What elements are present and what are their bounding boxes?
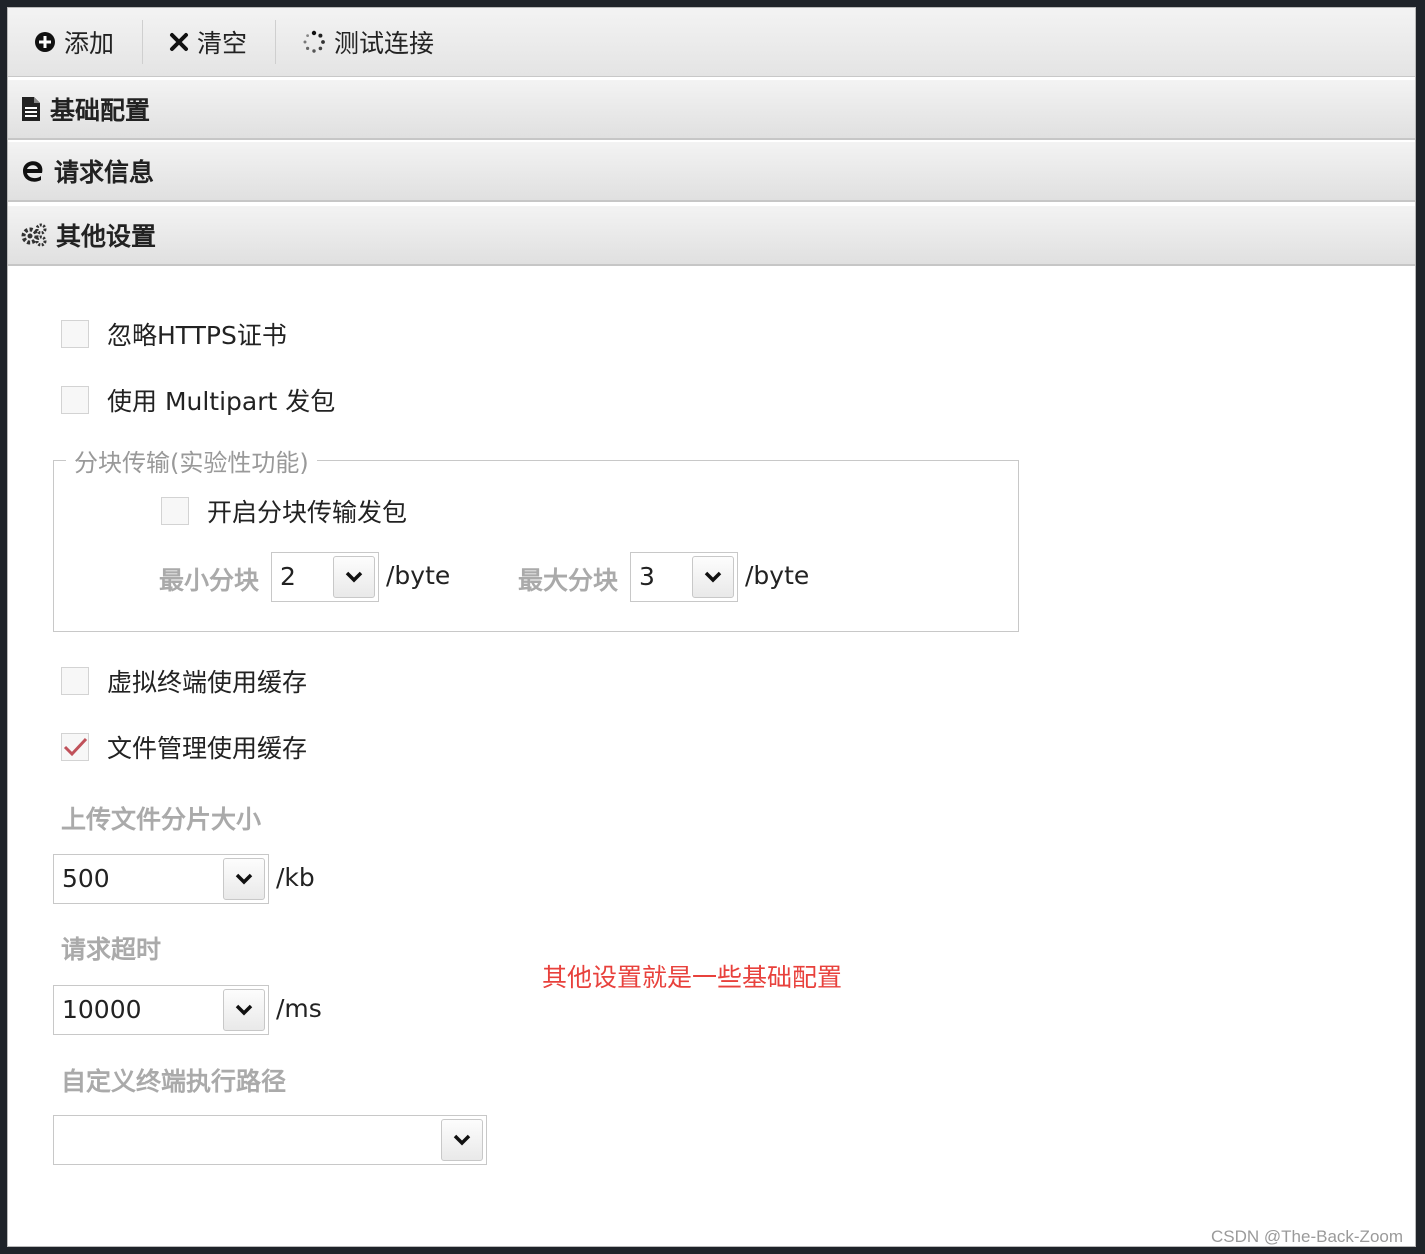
- gears-icon: [20, 222, 48, 248]
- document-icon: [20, 96, 42, 122]
- add-button-label: 添加: [64, 29, 115, 58]
- chunk-transfer-group-title: 分块传输(实验性功能): [74, 449, 309, 477]
- terminal-cache-checkbox[interactable]: [61, 667, 89, 695]
- chevron-down-icon[interactable]: [333, 556, 375, 598]
- add-button[interactable]: 添加: [8, 8, 142, 76]
- chunk-enable-label: 开启分块传输发包: [207, 498, 408, 527]
- terminal-path-label: 自定义终端执行路径: [61, 1067, 287, 1096]
- multipart-checkbox[interactable]: [61, 386, 89, 414]
- panel-other-settings[interactable]: 其他设置: [8, 206, 1415, 266]
- close-icon: [169, 32, 189, 52]
- timeout-select[interactable]: 10000: [53, 985, 269, 1035]
- test-connection-button[interactable]: 测试连接: [276, 8, 462, 76]
- file-cache-option[interactable]: 文件管理使用缓存: [61, 729, 307, 765]
- panel-basic-config-title: 基础配置: [50, 96, 151, 125]
- chevron-down-icon[interactable]: [223, 858, 265, 900]
- min-chunk-value: 2: [280, 562, 296, 591]
- plus-circle-icon: [34, 31, 56, 53]
- timeout-value: 10000: [62, 995, 142, 1024]
- multipart-option[interactable]: 使用 Multipart 发包: [61, 382, 335, 418]
- max-chunk-value: 3: [639, 562, 655, 591]
- panel-basic-config[interactable]: 基础配置: [8, 80, 1415, 140]
- ignore-https-checkbox[interactable]: [61, 320, 89, 348]
- min-chunk-label: 最小分块: [159, 566, 260, 595]
- upload-size-value: 500: [62, 864, 110, 893]
- panel-request-info-title: 请求信息: [54, 158, 155, 187]
- chunk-enable-option[interactable]: 开启分块传输发包: [161, 493, 407, 529]
- test-connection-label: 测试连接: [334, 29, 435, 58]
- timeout-unit: /ms: [276, 994, 322, 1023]
- min-chunk-select[interactable]: 2: [271, 552, 379, 602]
- ignore-https-label: 忽略HTTPS证书: [107, 321, 287, 350]
- settings-window: 添加 清空 测试连接 基础配置 请求信息 其他设置 忽略HTTPS证书 使用 M…: [7, 7, 1416, 1247]
- ignore-https-option[interactable]: 忽略HTTPS证书: [61, 316, 287, 352]
- spinner-icon: [302, 30, 326, 54]
- watermark: CSDN @The-Back-Zoom: [1211, 1227, 1404, 1246]
- chevron-down-icon[interactable]: [223, 989, 265, 1031]
- ie-browser-icon: [20, 158, 46, 184]
- upload-size-label: 上传文件分片大小: [61, 805, 262, 834]
- max-chunk-select[interactable]: 3: [630, 552, 738, 602]
- panel-other-settings-title: 其他设置: [56, 222, 157, 251]
- max-chunk-unit: /byte: [745, 561, 810, 590]
- chunk-transfer-group: 分块传输(实验性功能): [53, 443, 1019, 632]
- file-cache-checkbox[interactable]: [61, 733, 89, 761]
- checkmark-icon: [63, 737, 87, 757]
- clear-button-label: 清空: [197, 29, 248, 58]
- toolbar: 添加 清空 测试连接: [8, 8, 1415, 77]
- timeout-label: 请求超时: [61, 935, 162, 964]
- chunk-enable-checkbox[interactable]: [161, 497, 189, 525]
- annotation-note: 其他设置就是一些基础配置: [542, 963, 843, 992]
- terminal-cache-label: 虚拟终端使用缓存: [107, 668, 308, 697]
- terminal-path-select[interactable]: [53, 1115, 487, 1165]
- panel-request-info[interactable]: 请求信息: [8, 142, 1415, 202]
- terminal-cache-option[interactable]: 虚拟终端使用缓存: [61, 663, 307, 699]
- multipart-label: 使用 Multipart 发包: [107, 387, 336, 416]
- min-chunk-unit: /byte: [386, 561, 451, 590]
- clear-button[interactable]: 清空: [143, 8, 275, 76]
- upload-size-unit: /kb: [276, 863, 315, 892]
- chevron-down-icon[interactable]: [441, 1119, 483, 1161]
- upload-size-select[interactable]: 500: [53, 854, 269, 904]
- chevron-down-icon[interactable]: [692, 556, 734, 598]
- max-chunk-label: 最大分块: [518, 566, 619, 595]
- file-cache-label: 文件管理使用缓存: [107, 734, 308, 763]
